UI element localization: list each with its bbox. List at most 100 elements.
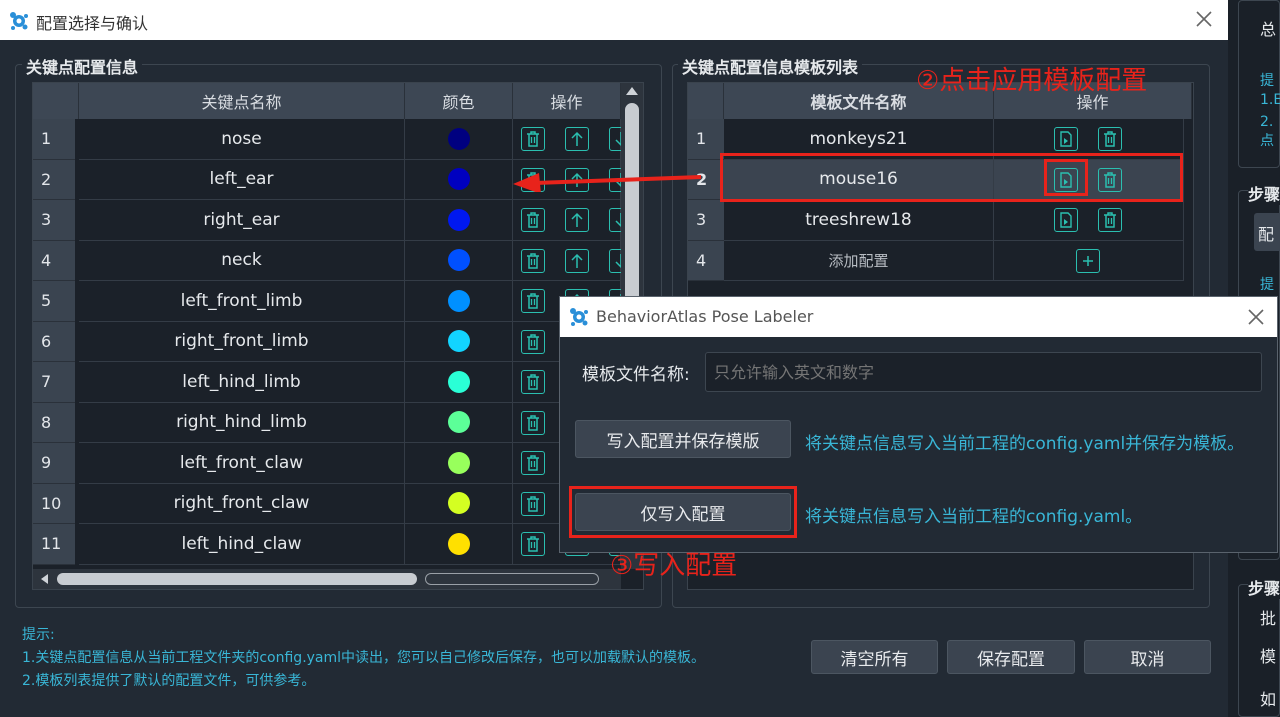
template-name-input[interactable] <box>705 352 1262 392</box>
clear-all-button[interactable]: 清空所有 <box>811 640 938 674</box>
keypoint-name-cell[interactable]: left_hind_claw <box>79 524 405 565</box>
side-text-4: 2.点 <box>1260 114 1274 149</box>
color-swatch[interactable] <box>447 370 470 393</box>
delete-icon[interactable] <box>521 491 545 516</box>
annotation-step2: ②点击应用模板配置 <box>916 66 1148 96</box>
row-number: 3 <box>33 200 75 241</box>
add-config-icon[interactable] <box>1076 248 1100 273</box>
color-swatch[interactable] <box>447 127 470 150</box>
color-cell[interactable] <box>405 321 513 362</box>
row-number: 4 <box>33 240 75 281</box>
row-number: 8 <box>33 402 75 443</box>
keypoint-name-cell[interactable]: left_front_claw <box>79 443 405 484</box>
delete-icon[interactable] <box>521 329 545 354</box>
highlight-apply-button <box>1044 159 1088 196</box>
color-cell[interactable] <box>405 281 513 322</box>
color-swatch[interactable] <box>447 208 470 231</box>
side-text-3: 1.E <box>1260 92 1280 108</box>
color-cell[interactable] <box>405 402 513 443</box>
delete-icon[interactable] <box>521 127 545 151</box>
color-cell[interactable] <box>405 443 513 484</box>
dialog-close-icon[interactable] <box>1246 307 1266 327</box>
color-cell[interactable] <box>405 159 513 200</box>
keypoint-name-cell[interactable]: left_ear <box>79 159 405 200</box>
row-number: 11 <box>33 524 75 565</box>
delete-icon[interactable] <box>521 248 545 273</box>
keypoint-name-cell[interactable]: right_hind_limb <box>79 402 405 443</box>
delete-template-icon[interactable] <box>1098 208 1122 232</box>
color-swatch[interactable] <box>447 330 470 353</box>
template-actions-cell <box>994 200 1184 241</box>
title-bar: 配置选择与确认 <box>0 0 1228 40</box>
row-number: 9 <box>33 443 75 484</box>
color-cell[interactable] <box>405 524 513 565</box>
color-cell[interactable] <box>405 362 513 403</box>
color-cell[interactable] <box>405 240 513 281</box>
template-row-number: 3 <box>688 200 724 241</box>
scroll-left-icon[interactable] <box>41 574 48 584</box>
template-name-cell[interactable]: treeshrew18 <box>724 200 994 241</box>
red-arrow-icon <box>513 173 702 192</box>
highlight-mouse16-row <box>720 153 1183 202</box>
color-cell[interactable] <box>405 200 513 241</box>
row-number: 1 <box>33 119 75 160</box>
hint-line-2: 2.模板列表提供了默认的配置文件，可供参考。 <box>22 673 316 689</box>
side-button[interactable]: 配 <box>1254 213 1280 251</box>
horizontal-scroll-thumb[interactable] <box>57 573 417 585</box>
delete-icon[interactable] <box>521 289 545 313</box>
color-swatch[interactable] <box>447 411 470 434</box>
keypoint-config-title: 关键点配置信息 <box>22 54 143 78</box>
keypoint-name-cell[interactable]: left_hind_limb <box>79 362 405 403</box>
color-swatch[interactable] <box>447 249 470 272</box>
scroll-up-icon[interactable] <box>626 87 638 95</box>
horizontal-scrollbar[interactable] <box>33 569 621 589</box>
delete-template-icon[interactable] <box>1098 127 1122 151</box>
delete-icon[interactable] <box>521 532 545 556</box>
side-text-1: 总 <box>1260 20 1277 39</box>
row-number: 5 <box>33 281 75 322</box>
side-text-2: 提 <box>1260 73 1274 89</box>
keypoint-table: 关键点名称 颜色 操作 1 nose 2 left_ear 3 right_ear 4 nec… <box>32 82 644 590</box>
color-swatch[interactable] <box>447 532 470 555</box>
save-template-dialog: BehaviorAtlas Pose Labeler 模板文件名称: 写入配置并… <box>559 296 1278 553</box>
cancel-button[interactable]: 取消 <box>1084 640 1211 674</box>
dialog-title: BehaviorAtlas Pose Labeler <box>596 307 814 326</box>
move-up-icon[interactable] <box>565 127 589 151</box>
side-text-8: 如 <box>1260 690 1277 709</box>
keypoint-name-cell[interactable]: right_front_limb <box>79 321 405 362</box>
row-number: 7 <box>33 362 75 403</box>
delete-icon[interactable] <box>521 370 545 394</box>
keypoint-name-cell[interactable]: right_front_claw <box>79 483 405 524</box>
dialog-title-bar: BehaviorAtlas Pose Labeler <box>560 297 1277 337</box>
annotation-step3: ③写入配置 <box>610 551 738 581</box>
color-swatch[interactable] <box>447 492 470 515</box>
delete-icon[interactable] <box>521 410 545 435</box>
close-icon[interactable] <box>1194 9 1214 29</box>
apply-template-icon[interactable] <box>1054 127 1078 151</box>
move-up-icon[interactable] <box>565 248 589 273</box>
write-and-save-description: 将关键点信息写入当前工程的config.yaml并保存为模板。 <box>805 434 1245 454</box>
color-swatch[interactable] <box>447 168 470 191</box>
delete-icon[interactable] <box>521 208 545 232</box>
color-swatch[interactable] <box>447 451 470 474</box>
color-swatch[interactable] <box>447 289 470 312</box>
add-config-cell[interactable]: 添加配置 <box>724 240 994 281</box>
row-number: 6 <box>33 321 75 362</box>
delete-icon[interactable] <box>521 451 545 475</box>
horizontal-scroll-track <box>425 573 599 585</box>
write-and-save-template-button[interactable]: 写入配置并保存模版 <box>575 420 791 458</box>
header-color: 颜色 <box>405 83 513 119</box>
side-step-1: 步骤 <box>1248 181 1280 205</box>
save-config-button[interactable]: 保存配置 <box>947 640 1075 674</box>
move-up-icon[interactable] <box>565 208 589 232</box>
keypoint-name-cell[interactable]: neck <box>79 240 405 281</box>
template-row-number: 4 <box>688 240 724 281</box>
color-cell[interactable] <box>405 483 513 524</box>
keypoint-name-cell[interactable]: right_ear <box>79 200 405 241</box>
corner-header <box>33 83 79 119</box>
keypoint-name-cell[interactable]: left_front_limb <box>79 281 405 322</box>
keypoint-name-cell[interactable]: nose <box>79 119 405 160</box>
color-cell[interactable] <box>405 119 513 160</box>
side-text-5: 提 <box>1260 277 1274 293</box>
apply-template-icon[interactable] <box>1054 208 1078 232</box>
